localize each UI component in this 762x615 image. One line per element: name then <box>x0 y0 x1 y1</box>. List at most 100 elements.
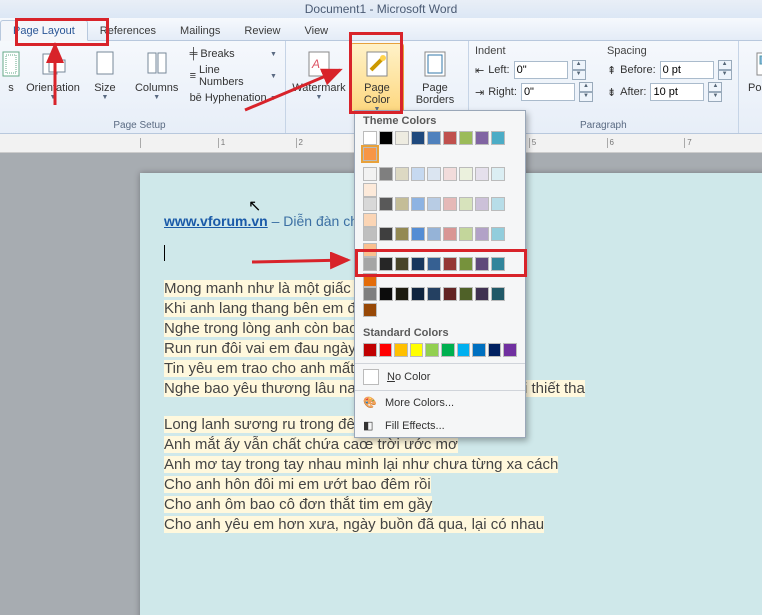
color-swatch[interactable] <box>363 257 377 271</box>
color-swatch[interactable] <box>411 287 425 301</box>
color-swatch[interactable] <box>472 343 486 357</box>
line-numbers-button[interactable]: ≡Line Numbers▼ <box>188 65 279 87</box>
no-color-item[interactable]: No Color <box>355 364 525 390</box>
color-swatch[interactable] <box>491 287 505 301</box>
color-swatch[interactable] <box>459 257 473 271</box>
color-swatch[interactable] <box>443 287 457 301</box>
color-swatch[interactable] <box>410 343 424 357</box>
color-swatch[interactable] <box>395 167 409 181</box>
color-swatch[interactable] <box>363 243 377 257</box>
color-swatch[interactable] <box>411 257 425 271</box>
breaks-button[interactable]: ╪Breaks▼ <box>188 43 279 65</box>
position-button[interactable]: Position ▼ <box>745 43 762 102</box>
spin-up[interactable]: ▲ <box>572 60 586 70</box>
spacing-before-input[interactable] <box>660 61 714 79</box>
color-swatch[interactable] <box>459 197 473 211</box>
color-swatch[interactable] <box>427 227 441 241</box>
color-swatch[interactable] <box>363 183 377 197</box>
text-line[interactable]: Anh mắt ấy vẫn chất chứa caœ trời ước mơ <box>164 436 762 453</box>
color-swatch[interactable] <box>475 287 489 301</box>
color-swatch[interactable] <box>411 167 425 181</box>
color-swatch[interactable] <box>363 147 377 161</box>
color-swatch[interactable] <box>363 167 377 181</box>
hyphenation-button[interactable]: bēHyphenation▼ <box>188 87 279 109</box>
color-swatch[interactable] <box>379 287 393 301</box>
color-swatch[interactable] <box>394 343 408 357</box>
color-swatch[interactable] <box>491 131 505 145</box>
color-swatch[interactable] <box>427 257 441 271</box>
color-swatch[interactable] <box>441 343 455 357</box>
spin-down[interactable]: ▼ <box>708 92 722 102</box>
color-swatch[interactable] <box>459 167 473 181</box>
color-swatch[interactable] <box>395 257 409 271</box>
page-borders-button[interactable]: Page Borders <box>408 43 462 107</box>
text-line[interactable]: Cho anh ôm bao cô đơn thắt tim em gầy <box>164 496 762 513</box>
spin-down[interactable]: ▼ <box>572 70 586 80</box>
color-swatch[interactable] <box>488 343 502 357</box>
indent-right-input[interactable] <box>521 83 575 101</box>
color-swatch[interactable] <box>379 343 393 357</box>
watermark-button[interactable]: A Watermark ▼ <box>292 43 346 102</box>
spin-up[interactable]: ▲ <box>718 60 732 70</box>
color-swatch[interactable] <box>411 227 425 241</box>
color-swatch[interactable] <box>425 343 439 357</box>
color-swatch[interactable] <box>363 303 377 317</box>
color-swatch[interactable] <box>395 197 409 211</box>
spin-down[interactable]: ▼ <box>718 70 732 80</box>
tab-review[interactable]: Review <box>232 21 292 40</box>
color-swatch[interactable] <box>363 213 377 227</box>
spacing-after-input[interactable] <box>650 83 704 101</box>
color-swatch[interactable] <box>363 287 377 301</box>
tab-references[interactable]: References <box>88 21 168 40</box>
color-swatch[interactable] <box>443 167 457 181</box>
color-swatch[interactable] <box>411 197 425 211</box>
color-swatch[interactable] <box>491 197 505 211</box>
color-swatch[interactable] <box>363 273 377 287</box>
color-swatch[interactable] <box>363 131 377 145</box>
text-line[interactable]: Cho anh yêu em hơn xưa, ngày buồn đã qua… <box>164 516 762 533</box>
color-swatch[interactable] <box>503 343 517 357</box>
color-swatch[interactable] <box>395 287 409 301</box>
color-swatch[interactable] <box>363 227 377 241</box>
color-swatch[interactable] <box>395 131 409 145</box>
spin-down[interactable]: ▼ <box>579 92 593 102</box>
indent-left-input[interactable] <box>514 61 568 79</box>
color-swatch[interactable] <box>379 131 393 145</box>
orientation-button[interactable]: Orientation ▼ <box>26 43 80 102</box>
color-swatch[interactable] <box>379 197 393 211</box>
color-swatch[interactable] <box>363 197 377 211</box>
color-swatch[interactable] <box>475 227 489 241</box>
color-swatch[interactable] <box>411 131 425 145</box>
color-swatch[interactable] <box>459 131 473 145</box>
color-swatch[interactable] <box>427 197 441 211</box>
color-swatch[interactable] <box>475 167 489 181</box>
color-swatch[interactable] <box>427 131 441 145</box>
color-swatch[interactable] <box>457 343 471 357</box>
size-button[interactable]: Size ▼ <box>84 43 126 102</box>
color-swatch[interactable] <box>475 197 489 211</box>
more-colors-item[interactable]: 🎨 More Colors... <box>355 391 525 414</box>
color-swatch[interactable] <box>443 257 457 271</box>
color-swatch[interactable] <box>379 167 393 181</box>
color-swatch[interactable] <box>459 287 473 301</box>
color-swatch[interactable] <box>443 197 457 211</box>
page-color-button[interactable]: Page Color ▼ <box>350 43 404 114</box>
color-swatch[interactable] <box>475 257 489 271</box>
color-swatch[interactable] <box>443 227 457 241</box>
color-swatch[interactable] <box>379 257 393 271</box>
color-swatch[interactable] <box>491 167 505 181</box>
color-swatch[interactable] <box>379 227 393 241</box>
columns-button[interactable]: Columns ▼ <box>130 43 184 102</box>
color-swatch[interactable] <box>395 227 409 241</box>
spin-up[interactable]: ▲ <box>579 82 593 92</box>
color-swatch[interactable] <box>491 257 505 271</box>
tab-page-layout[interactable]: Page Layout <box>0 20 88 41</box>
color-swatch[interactable] <box>363 343 377 357</box>
color-swatch[interactable] <box>443 131 457 145</box>
text-line[interactable]: Anh mơ tay trong tay nhau mình lại như c… <box>164 456 762 473</box>
color-swatch[interactable] <box>475 131 489 145</box>
spin-up[interactable]: ▲ <box>708 82 722 92</box>
text-line[interactable]: Cho anh hôn đôi mi em ướt bao đêm rồi <box>164 476 762 493</box>
tab-view[interactable]: View <box>292 21 340 40</box>
color-swatch[interactable] <box>427 167 441 181</box>
